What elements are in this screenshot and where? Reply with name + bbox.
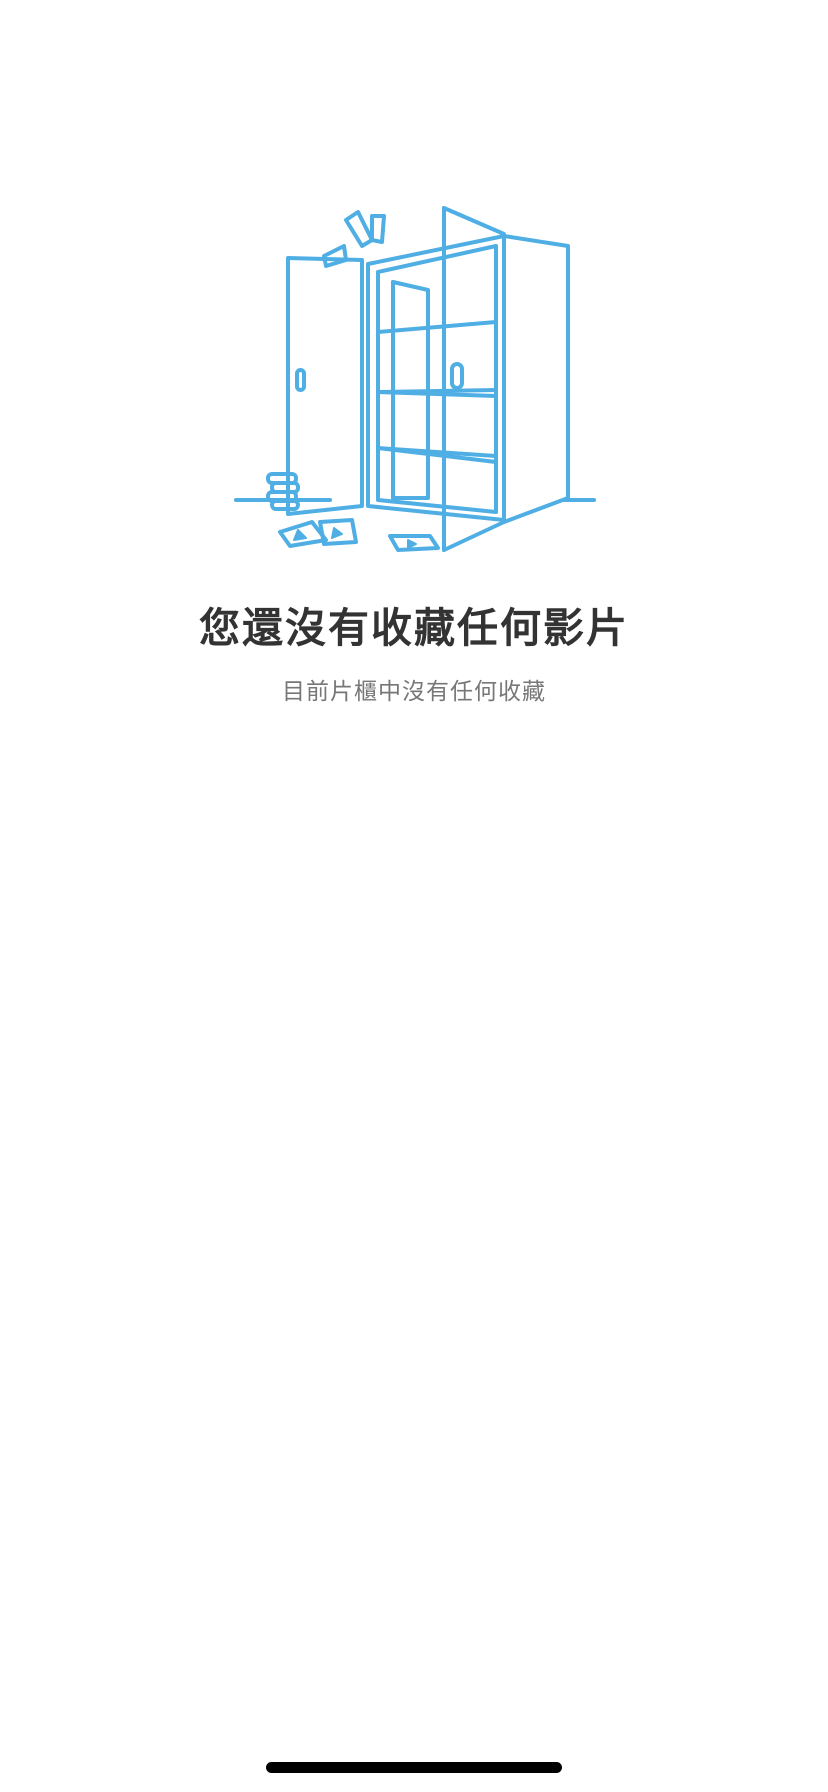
empty-state-subtitle: 目前片櫃中沒有任何收藏	[282, 679, 546, 705]
open-cabinet-illustration-icon	[228, 200, 602, 572]
favorites-empty-screen: 您還沒有收藏任何影片 目前片櫃中沒有任何收藏	[0, 0, 828, 1792]
empty-state-title: 您還沒有收藏任何影片	[199, 604, 629, 652]
home-indicator[interactable]	[266, 1762, 562, 1773]
